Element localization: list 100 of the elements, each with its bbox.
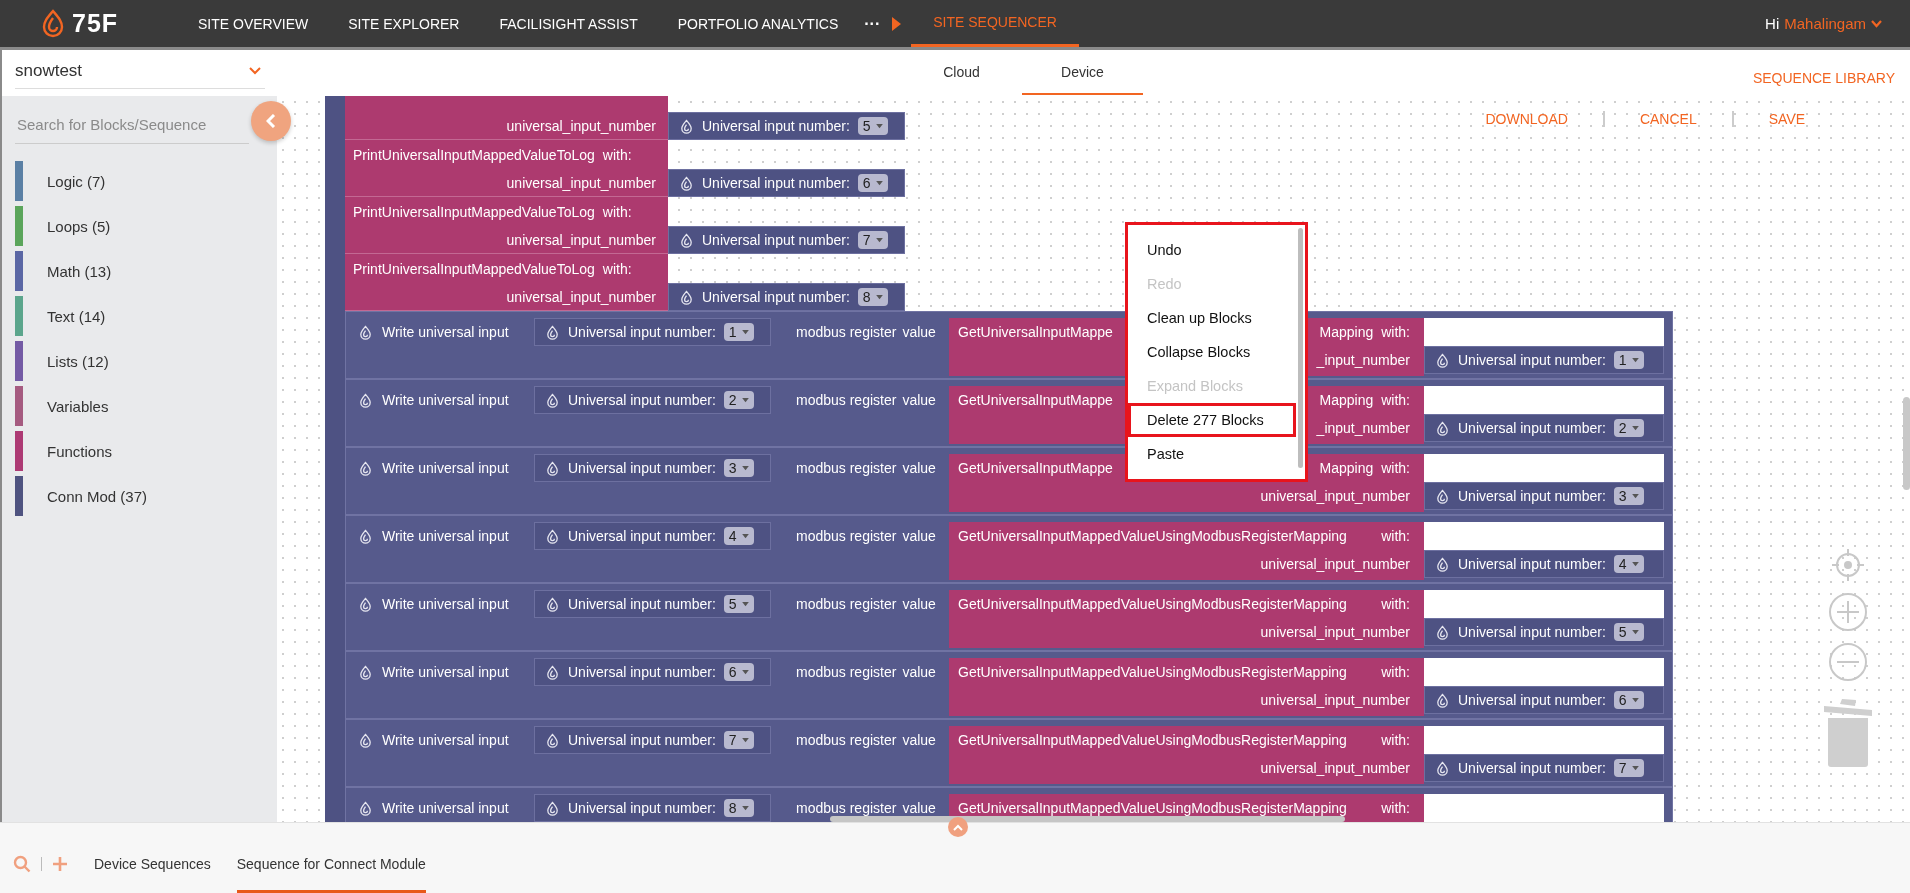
block-title: GetUniversalInputMappedValueUsingModbusRegisterMapping xyxy=(958,528,1347,544)
menu-item[interactable]: Undo xyxy=(1128,233,1296,267)
search-icon[interactable] xyxy=(13,855,31,873)
user-menu[interactable]: Mahalingam xyxy=(1784,15,1866,32)
menu-item[interactable]: Collapse Blocks xyxy=(1128,335,1296,369)
menu-item[interactable]: Clean up Blocks xyxy=(1128,301,1296,335)
number-dropdown[interactable]: 4 xyxy=(723,527,754,545)
category-item[interactable]: Logic (7) xyxy=(47,172,106,190)
category-item[interactable]: Loops (5) xyxy=(47,217,111,235)
nav-link[interactable]: FACILISIGHT ASSIST xyxy=(479,0,658,47)
number-dropdown[interactable]: 7 xyxy=(857,231,888,249)
scrollbar[interactable] xyxy=(1298,228,1303,468)
site-select[interactable]: snowtest xyxy=(15,54,265,89)
block-label: Write universal input xyxy=(382,527,510,546)
block-label: with: xyxy=(1381,732,1410,748)
number-dropdown[interactable]: 7 xyxy=(723,731,754,749)
droplet-icon xyxy=(358,324,373,340)
block-label: Mapping xyxy=(1319,392,1374,408)
block-label: Write universal input xyxy=(382,663,510,682)
block-label: Universal input number: xyxy=(568,528,716,544)
droplet-icon xyxy=(358,392,373,408)
droplet-icon xyxy=(358,732,373,748)
number-dropdown[interactable]: 6 xyxy=(723,663,754,681)
block-label: universal_input_number xyxy=(506,174,656,191)
number-dropdown[interactable]: 4 xyxy=(1613,555,1644,573)
block-label: with: xyxy=(602,260,632,277)
block-label: Universal input number: xyxy=(1458,556,1606,572)
block-label: with: xyxy=(1381,324,1410,340)
nav-link[interactable]: SITE OVERVIEW xyxy=(178,0,329,47)
number-dropdown[interactable]: 5 xyxy=(857,117,888,135)
number-dropdown[interactable]: 3 xyxy=(723,459,754,477)
sequence-tab[interactable]: Device Sequences xyxy=(94,835,211,893)
trash-icon[interactable] xyxy=(1822,698,1874,768)
block-label: value xyxy=(902,732,936,748)
zoom-out-icon[interactable] xyxy=(1828,642,1868,682)
number-dropdown[interactable]: 8 xyxy=(857,288,888,306)
droplet-icon xyxy=(1435,624,1450,640)
category-item[interactable]: Variables xyxy=(47,397,109,415)
caret-icon xyxy=(1631,357,1639,363)
block-label: universal_input_number xyxy=(506,288,656,305)
block-label: Universal input number: xyxy=(568,324,716,340)
block-label: Universal input number: xyxy=(568,664,716,680)
droplet-icon xyxy=(358,528,373,544)
category-item[interactable]: Functions xyxy=(47,442,113,460)
mode-tab[interactable]: Cloud xyxy=(901,50,1022,95)
number-dropdown[interactable]: 7 xyxy=(1613,759,1644,777)
block-label: with: xyxy=(1381,528,1410,544)
number-dropdown[interactable]: 1 xyxy=(723,323,754,341)
block-label: value xyxy=(902,324,936,340)
number-dropdown[interactable]: 6 xyxy=(857,174,888,192)
number-dropdown[interactable]: 3 xyxy=(1613,487,1644,505)
block-label: value xyxy=(902,664,936,680)
nav-link[interactable]: PORTFOLIO ANALYTICS xyxy=(657,0,859,47)
block-label: Universal input number: xyxy=(568,392,716,408)
scrollbar[interactable] xyxy=(830,816,1345,822)
block-label: with: xyxy=(1381,800,1410,816)
number-dropdown[interactable]: 6 xyxy=(1613,691,1644,709)
category-item[interactable]: Conn Mod (37) xyxy=(47,487,148,505)
recenter-icon[interactable] xyxy=(1831,548,1865,582)
sequence-tab[interactable]: Sequence for Connect Module xyxy=(236,835,426,893)
block-label: Universal input number: xyxy=(702,289,850,305)
nav-link[interactable]: SITE SEQUENCER xyxy=(911,0,1079,47)
more-menu[interactable]: ··· xyxy=(864,14,881,33)
caret-icon xyxy=(741,397,749,403)
category-item[interactable]: Lists (12) xyxy=(47,352,109,370)
block-label: Universal input number: xyxy=(702,232,850,248)
block-label: with: xyxy=(602,203,632,220)
block-label: Write universal input xyxy=(382,595,510,614)
block-label: Universal input number: xyxy=(702,118,850,134)
plus-icon[interactable] xyxy=(52,856,68,872)
block-label: universal_input_number xyxy=(506,117,656,134)
collapse-button[interactable] xyxy=(251,101,291,141)
droplet-icon xyxy=(545,732,560,748)
number-dropdown[interactable]: 8 xyxy=(723,799,754,817)
number-dropdown[interactable]: 1 xyxy=(1613,351,1644,369)
chevron-left-icon xyxy=(266,114,276,128)
zoom-in-icon[interactable] xyxy=(1828,592,1868,632)
block-title: GetUniversalInputMappedValueUsingModbusRegisterMapping xyxy=(958,596,1347,612)
block-label: Universal input number: xyxy=(1458,352,1606,368)
number-dropdown[interactable]: 5 xyxy=(1613,623,1644,641)
nav-link[interactable]: SITE EXPLORER xyxy=(328,0,480,47)
block-title: GetUniversalInputMappedValueUsingModbusRegisterMapping xyxy=(958,732,1347,748)
number-dropdown[interactable]: 2 xyxy=(723,391,754,409)
droplet-icon xyxy=(1435,760,1450,776)
number-dropdown[interactable]: 5 xyxy=(723,595,754,613)
block-label: Universal input number: xyxy=(568,800,716,816)
arrow-icon[interactable] xyxy=(892,16,902,31)
block-label: with: xyxy=(1381,392,1410,408)
search-field[interactable]: Search for Blocks/Sequence xyxy=(15,108,249,144)
scrollbar[interactable] xyxy=(1903,397,1910,490)
menu-item[interactable]: Delete 277 Blocks xyxy=(1128,403,1296,437)
block-label: Universal input number: xyxy=(702,175,850,191)
chevron-down-icon[interactable] xyxy=(1871,19,1882,28)
block-label: modbus register xyxy=(796,528,897,544)
category-item[interactable]: Math (13) xyxy=(47,262,112,280)
block-label: universal_input_number xyxy=(1260,760,1410,776)
number-dropdown[interactable]: 2 xyxy=(1613,419,1644,437)
category-item[interactable]: Text (14) xyxy=(47,307,106,325)
block-label: Mapping xyxy=(1319,460,1374,476)
menu-item[interactable]: Paste xyxy=(1128,437,1296,471)
